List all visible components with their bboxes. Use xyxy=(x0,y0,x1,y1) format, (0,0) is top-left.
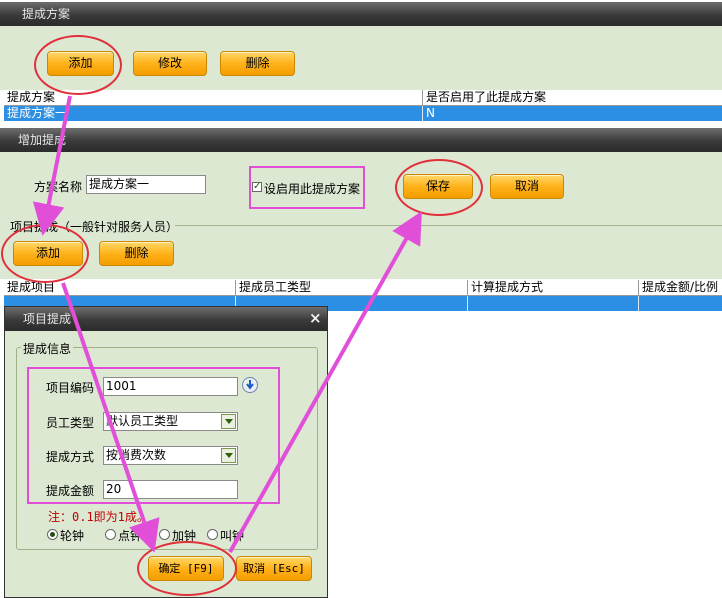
annotation-arrows xyxy=(32,95,422,553)
arrow-to-save xyxy=(228,211,422,553)
arrow-to-item-add xyxy=(32,95,72,236)
arrow-to-confirm xyxy=(61,282,160,553)
